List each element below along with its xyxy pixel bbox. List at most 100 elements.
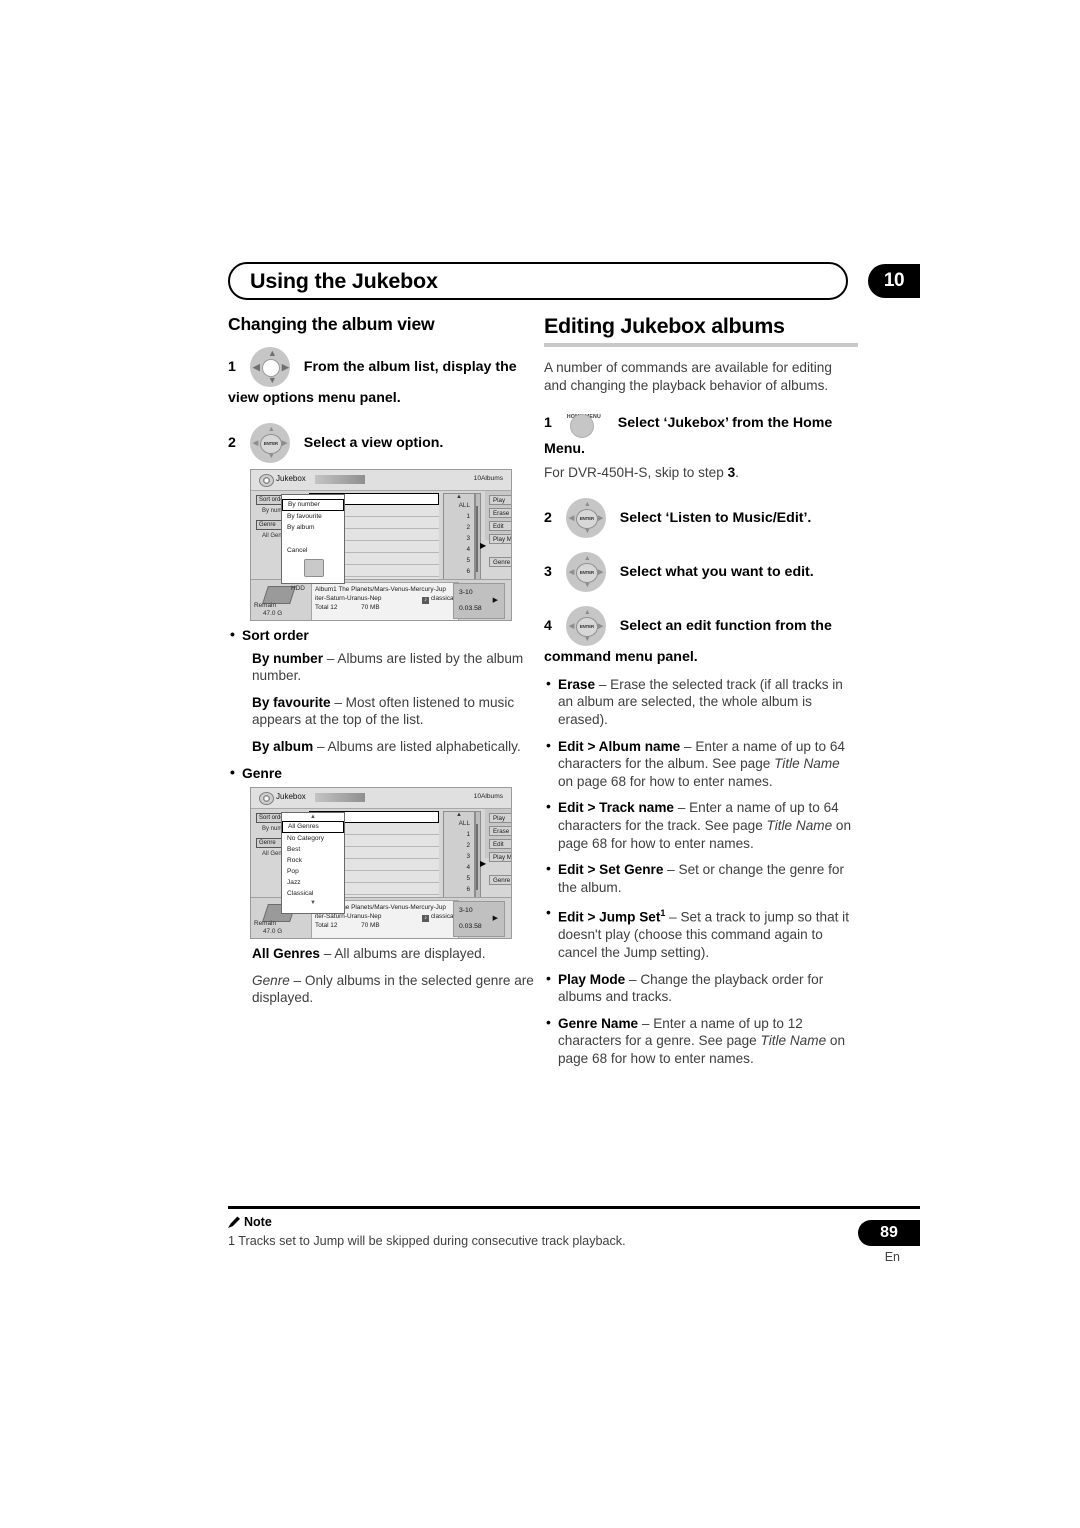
shot2-num: 5 [466,875,470,883]
command-genre-name-italic: Title Name [760,1033,827,1049]
left-step-2: 2 ▲ ▼ ◀ ▶ ENTER Select a view option. [228,423,542,463]
shot2-cmd-play-mode: Play Mode [489,852,511,863]
left-column: Changing the album view 1 ▲ ▼ ◀ ▶ From the… [228,314,542,1016]
right-step-2-number: 2 [544,509,552,526]
bullet-sort-order: Sort order [228,626,542,645]
page-number-badge: 89 [858,1220,920,1246]
bullet-genre: Genre [228,764,542,783]
right-step-1-note-c: . [735,465,739,481]
shot2-num: 6 [466,886,470,894]
right-step-1: 1 HOME MENU Select ‘Jukebox’ from the Ho… [544,408,858,460]
command-album-name-italic: Title Name [774,756,840,772]
shot1-num: 1 [466,513,470,520]
command-genre-name: Genre Name – Enter a name of up to 12 ch… [544,1014,858,1068]
edit-commands-list: Erase – Erase the selected track (if all… [544,675,858,1068]
shot2-popup-jazz[interactable]: Jazz [282,877,344,888]
right-intro-text: A number of commands are available for e… [544,360,832,393]
chapter-tab: 10 [868,264,920,298]
pencil-icon [228,1216,240,1228]
shot1-num: 4 [466,546,470,553]
shot2-popup-rock[interactable]: Rock [282,855,344,866]
shot1-panel-arrow-icon: ▶ [480,541,487,550]
right-step-1-note-a: For DVR-450H-S, skip to step [544,465,728,481]
shot2-popup-all-genres[interactable]: All Genres [282,821,344,834]
genre-desc-all: – All albums are displayed. [320,946,486,962]
shot1-time-panel: 3-10 ▶ 0.03.58 [453,583,505,619]
shot2-panel-arrow-icon: ▶ [480,859,487,869]
command-genre-name-term: Genre Name [558,1015,639,1031]
play-icon: ▶ [492,597,498,604]
enter-pad-icon: ▲ ▼ ◀ ▶ ENTER [560,605,612,646]
popup-scroll-up-icon: ▲ [310,814,316,821]
right-step-3: 3 ▲ ▼ ◀ ▶ ENTER Select what you want to ed… [544,551,858,592]
shot1-albums-count: 10Albums [473,475,503,482]
jukebox-genre-screenshot: Jukebox 10Albums Sort order By number Ge… [250,787,512,940]
command-track-name: Edit > Track name – Enter a name of up t… [544,798,858,852]
shot1-cmd-edit: Edit [489,521,511,531]
command-erase-term: Erase [558,676,596,692]
shot2-info-line2: iter-Saturn-Uranus-Nep [315,913,382,921]
sort-item-by-number: By number – Albums are listed by the alb… [252,650,542,685]
shot1-cmd-genre-name: Genre Name [489,557,511,567]
shot1-remain-label: Remain [254,602,277,609]
shot2-albums-count: 10Albums [473,793,503,801]
note-text: 1 Tracks set to Jump will be skipped dur… [228,1234,626,1248]
shot1-cmd-play: Play [489,495,511,505]
command-track-name-italic: Title Name [766,817,833,833]
left-step-1: 1 ▲ ▼ ◀ ▶ From the album list, display the… [228,347,542,409]
shot1-num: 5 [466,557,470,564]
heading-rule [544,343,858,347]
shot2-time-panel: 3-10 ▶ 0.03.58 [453,901,505,938]
note-header: Note [228,1215,920,1229]
shot2-popup-no-category[interactable]: No Category [282,833,344,844]
right-step-1-note: For DVR-450H-S, skip to step 3. [544,464,858,482]
shot1-main-area: Sort order By number Genre All Genres Al… [251,491,511,599]
enter-pad-icon: ▲ ▼ ◀ ▶ ENTER [560,551,612,592]
right-step-4-number: 4 [544,617,552,634]
shot1-popup-by-album[interactable]: By album [282,522,344,533]
shot2-popup-classical[interactable]: Classical [282,888,344,899]
enter-pad-icon: ▲ ▼ ◀ ▶ ENTER [244,423,296,463]
command-set-genre: Edit > Set Genre – Set or change the gen… [544,860,858,896]
shot2-num: 4 [466,864,470,872]
command-play-mode-term: Play Mode [558,971,626,987]
command-erase: Erase – Erase the selected track (if all… [544,675,858,729]
shot2-popup-best[interactable]: Best [282,844,344,855]
command-album-name: Edit > Album name – Enter a name of up t… [544,737,858,791]
command-track-name-term: Edit > Track name [558,800,674,816]
shot1-info-size: 70 MB [361,604,380,611]
shot1-num-all: ALL [458,502,470,509]
shot1-popup-by-favourite[interactable]: By favourite [282,511,344,522]
cursor-pad-icon: ▲ ▼ ◀ ▶ [244,347,296,387]
shot1-info-total: Total 12 [315,604,338,611]
shot1-popup-by-number[interactable]: By number [282,499,344,511]
page-title: Using the Jukebox [250,269,438,293]
play-icon: ▶ [492,915,498,923]
shot1-hdd-label: HDD [291,585,305,592]
right-step-3-number: 3 [544,563,552,580]
genre-term-single: Genre [252,972,290,988]
enter-pad-icon: ▲ ▼ ◀ ▶ ENTER [560,497,612,538]
page-header: Using the Jukebox 10 [228,262,920,304]
left-step-2-text: Select a view option. [303,434,444,451]
shot1-title-gradient [315,475,365,484]
left-step-2-number: 2 [228,434,236,451]
command-jump-set: Edit > Jump Set1 – Set a track to jump s… [544,904,858,961]
page-language: En [884,1250,900,1264]
genre-desc-single: – Only albums in the selected genre are … [252,972,534,1006]
shot1-elapsed-time: 0.03.58 [459,605,482,612]
music-note-icon: ♪ [422,597,430,604]
genre-item-single: Genre – Only albums in the selected genr… [252,972,542,1007]
command-jump-set-term: Edit > Jump Set [558,909,661,925]
shot2-info-size: 70 MB [361,922,380,930]
shot2-cmd-erase: Erase [489,826,511,837]
right-step-2: 2 ▲ ▼ ◀ ▶ ENTER Select ‘Listen to Music/Ed… [544,497,858,538]
command-album-name-desc2: on page 68 for how to enter names. [558,773,773,789]
shot2-main-area: Sort order By number Genre All Genres Al… [251,809,511,918]
shot1-popup-cancel[interactable]: Cancel [282,545,344,556]
shot2-num: 1 [466,831,470,839]
page-footer: Note 1 Tracks set to Jump will be skippe… [228,1206,920,1264]
genre-term-all: All Genres [252,946,320,962]
shot2-popup-pop[interactable]: Pop [282,866,344,877]
shot1-popup-button-icon [304,559,324,577]
